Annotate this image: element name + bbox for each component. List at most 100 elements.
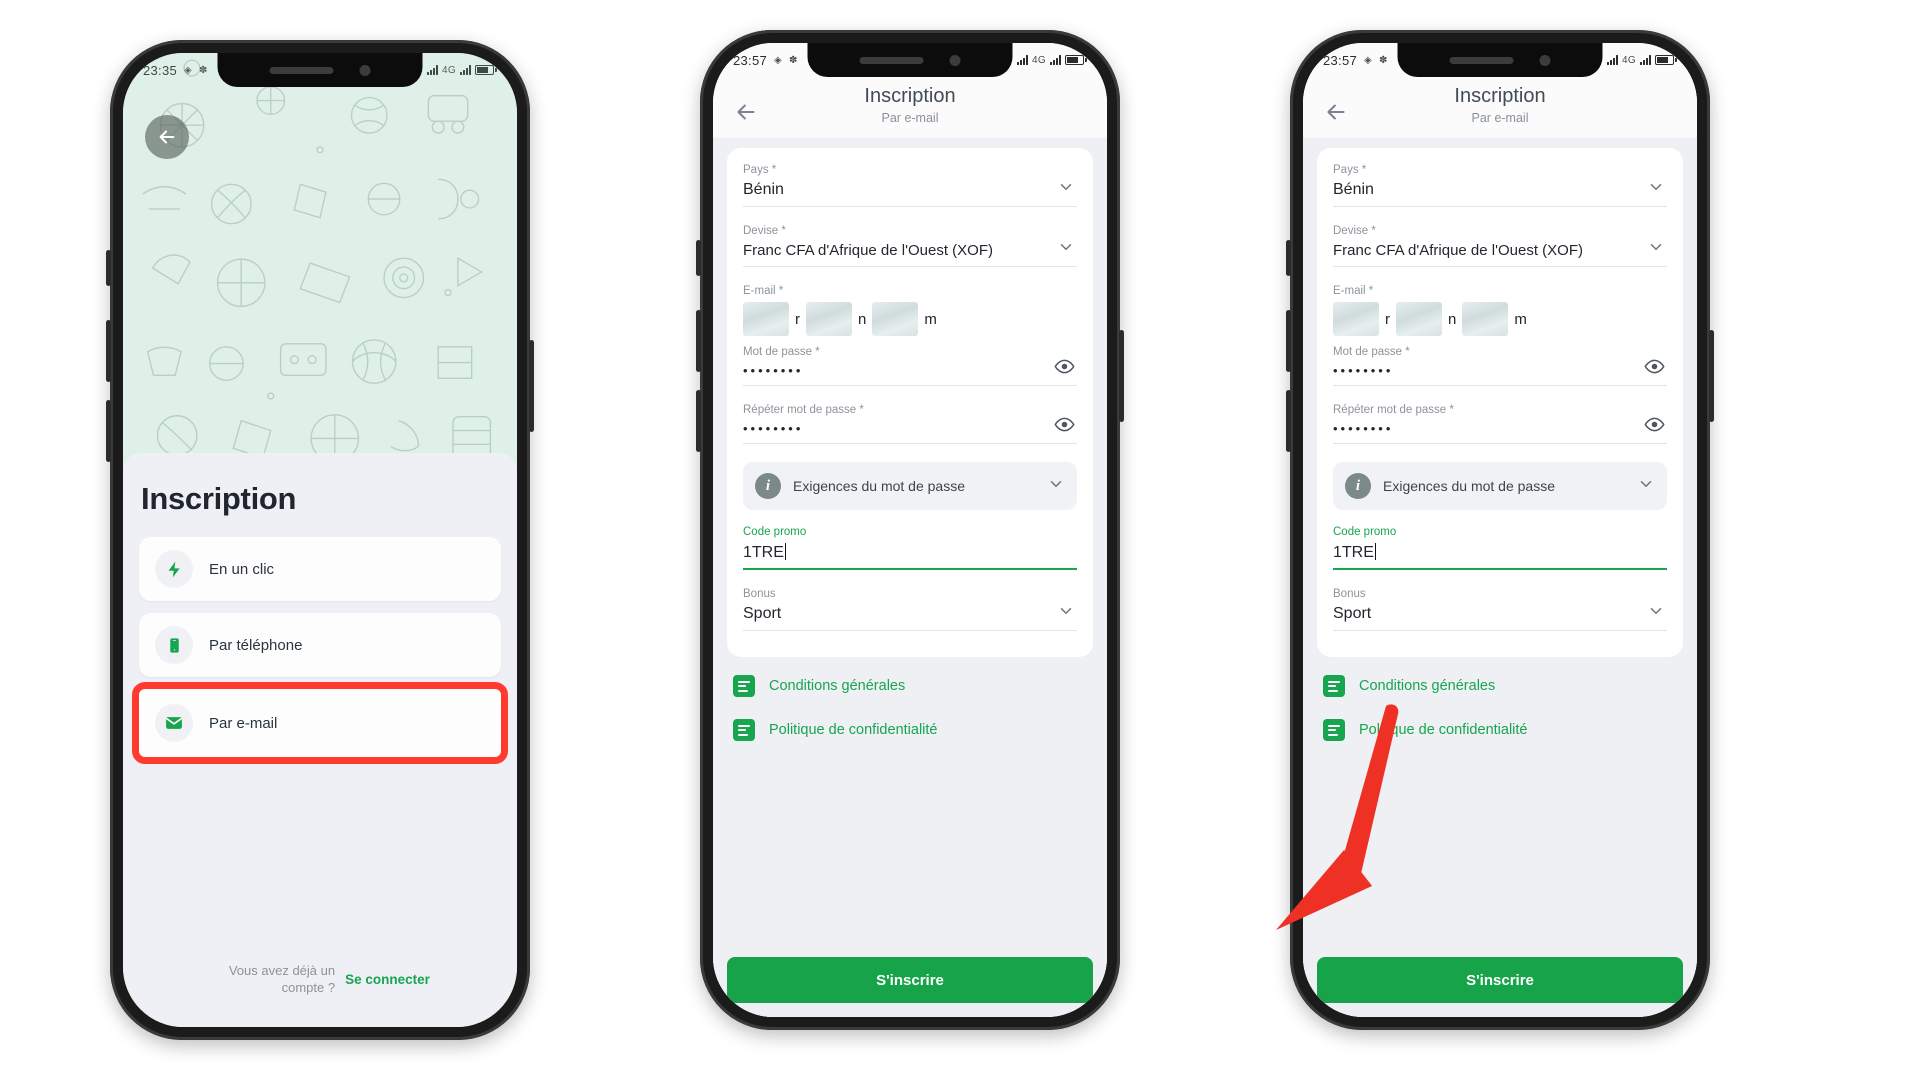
password-field[interactable]: Mot de passe * •••••••• [743, 346, 1077, 392]
back-arrow-icon [159, 130, 175, 144]
privacy-link-row[interactable]: Politique de confidentialité [733, 719, 1087, 741]
battery-icon [475, 65, 497, 75]
bonus-label: Bonus [1333, 588, 1366, 600]
redaction-block [1462, 302, 1509, 336]
app-icon: ✽ [1379, 54, 1388, 66]
promo-code-value: 1TRE [743, 544, 784, 561]
terms-link-label: Conditions générales [1359, 678, 1496, 694]
password-field[interactable]: Mot de passe * •••••••• [1333, 346, 1667, 392]
form-scroll-area[interactable]: Pays * Bénin Devise * Franc CFA d'Afriqu… [713, 138, 1107, 949]
info-icon: i [755, 473, 781, 499]
signal-icon [1607, 55, 1619, 65]
show-password-icon[interactable] [1644, 356, 1665, 382]
email-value-redacted: r n m [743, 302, 1077, 336]
privacy-link-row[interactable]: Politique de confidentialité [1323, 719, 1677, 741]
signup-option-phone[interactable]: Par téléphone [139, 613, 501, 677]
back-button[interactable] [1323, 99, 1349, 130]
option-wrap-one-click: En un clic [139, 537, 501, 601]
chevron-down-icon[interactable] [1637, 475, 1655, 498]
email-visible-char: n [1448, 310, 1457, 328]
currency-field[interactable]: Devise * Franc CFA d'Afrique de l'Ouest … [1333, 225, 1667, 273]
field-underline [1333, 266, 1667, 267]
document-icon [1323, 719, 1345, 741]
redaction-block [806, 302, 852, 336]
country-value: Bénin [743, 181, 784, 198]
password-repeat-value: •••••••• [1333, 421, 1394, 436]
registration-form-screen: Inscription Par e-mail Pays * Bénin Devi… [713, 43, 1107, 1017]
info-icon: i [1345, 473, 1371, 499]
email-field[interactable]: E-mail * r n m [1333, 285, 1667, 342]
show-password-icon[interactable] [1054, 356, 1075, 382]
currency-field[interactable]: Devise * Franc CFA d'Afrique de l'Ouest … [743, 225, 1077, 273]
login-link[interactable]: Se connecter [345, 972, 430, 987]
phone-notch [807, 43, 1013, 77]
chevron-down-icon[interactable] [1647, 178, 1665, 201]
submit-bar: S'inscrire [713, 949, 1107, 1017]
text-caret [784, 543, 786, 560]
promo-code-field[interactable]: Code promo 1TRE [743, 526, 1077, 576]
password-requirements-row[interactable]: i Exigences du mot de passe [743, 462, 1077, 510]
currency-value: Franc CFA d'Afrique de l'Ouest (XOF) [1333, 242, 1583, 259]
legal-links: Conditions générales Politique de confid… [727, 657, 1093, 741]
field-underline [743, 385, 1077, 386]
battery-icon [1655, 55, 1677, 65]
phone-silent-switch [696, 240, 701, 276]
app-icon: ✽ [199, 64, 208, 76]
phone-power-button [529, 340, 534, 432]
back-button[interactable] [145, 115, 189, 159]
bonus-field[interactable]: Bonus Sport [743, 588, 1077, 637]
submit-button[interactable]: S'inscrire [1317, 957, 1683, 1003]
submit-button[interactable]: S'inscrire [727, 957, 1093, 1003]
email-value-redacted: r n m [1333, 302, 1667, 336]
chevron-down-icon[interactable] [1047, 475, 1065, 498]
back-button[interactable] [733, 99, 759, 130]
form-card: Pays * Bénin Devise * Franc CFA d'Afriqu… [727, 148, 1093, 657]
phone-volume-down-button [1286, 390, 1291, 452]
chevron-down-icon[interactable] [1647, 238, 1665, 261]
back-arrow-icon [1327, 104, 1345, 120]
status-time: 23:57 [733, 52, 768, 68]
email-field[interactable]: E-mail * r n m [743, 285, 1077, 342]
bonus-value: Sport [743, 605, 782, 622]
document-icon [733, 719, 755, 741]
password-label: Mot de passe * [1333, 346, 1410, 358]
show-password-icon[interactable] [1054, 414, 1075, 440]
page-subtitle: Par e-mail [881, 111, 939, 125]
promo-code-value-wrap: 1TRE [1333, 543, 1667, 562]
chevron-down-icon[interactable] [1057, 178, 1075, 201]
field-underline [743, 568, 1077, 570]
chevron-down-icon[interactable] [1057, 238, 1075, 261]
phone-mockup-1: 23:35 ◈ ✽ 4G Inscription En un clic Par … [106, 40, 534, 1040]
password-repeat-value: •••••••• [743, 421, 804, 436]
chevron-down-icon[interactable] [1647, 602, 1665, 625]
phone-power-button [1119, 330, 1124, 422]
country-value: Bénin [1333, 181, 1374, 198]
show-password-icon[interactable] [1644, 414, 1665, 440]
chevron-down-icon[interactable] [1057, 602, 1075, 625]
terms-link-row[interactable]: Conditions générales [733, 675, 1087, 697]
password-repeat-field[interactable]: Répéter mot de passe * •••••••• [1333, 404, 1667, 450]
back-arrow-icon [737, 104, 755, 120]
phone-mockup-3: 23:57 ◈ ✽ 4G Inscription Par e-mail Pays… [1286, 30, 1714, 1030]
field-underline [1333, 385, 1667, 386]
password-requirements-row[interactable]: i Exigences du mot de passe [1333, 462, 1667, 510]
password-repeat-field[interactable]: Répéter mot de passe * •••••••• [743, 404, 1077, 450]
country-field[interactable]: Pays * Bénin [743, 164, 1077, 213]
field-underline [743, 443, 1077, 444]
country-field[interactable]: Pays * Bénin [1333, 164, 1667, 213]
earpiece-speaker [859, 56, 924, 64]
email-visible-char: r [1385, 310, 1390, 328]
bonus-field[interactable]: Bonus Sport [1333, 588, 1667, 637]
front-camera [359, 64, 371, 76]
front-camera [1539, 54, 1551, 66]
bonus-label: Bonus [743, 588, 776, 600]
page-subtitle: Par e-mail [1471, 111, 1529, 125]
signup-option-email[interactable]: Par e-mail [139, 689, 501, 757]
promo-code-field[interactable]: Code promo 1TRE [1333, 526, 1667, 576]
field-underline [1333, 443, 1667, 444]
sports-pattern-hero [123, 53, 517, 483]
signup-option-one-click[interactable]: En un clic [139, 537, 501, 601]
option-wrap-email-highlighted: Par e-mail [132, 682, 508, 764]
terms-link-row[interactable]: Conditions générales [1323, 675, 1677, 697]
form-scroll-area[interactable]: Pays * Bénin Devise * Franc CFA d'Afriqu… [1303, 138, 1697, 949]
